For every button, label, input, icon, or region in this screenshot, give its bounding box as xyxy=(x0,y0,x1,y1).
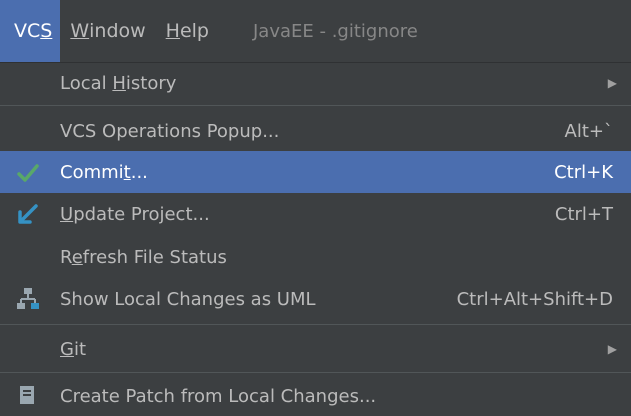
menu-item-label: Show Local Changes as UML xyxy=(60,288,316,310)
menu-item-vcs-operations-popup[interactable]: VCS Operations Popup... Alt+` xyxy=(0,111,631,151)
menu-help-mnemonic: H xyxy=(165,20,180,42)
label-part: istory xyxy=(125,72,177,94)
menu-item-label: Create Patch from Local Changes... xyxy=(60,385,377,407)
menu-item-show-local-changes-uml[interactable]: Show Local Changes as UML Ctrl+Alt+Shift… xyxy=(0,279,631,319)
label-mnemonic: G xyxy=(60,338,74,360)
menu-help[interactable]: Help xyxy=(156,0,219,62)
label-part: pdate Project... xyxy=(73,203,210,225)
uml-diagram-icon xyxy=(17,288,39,309)
vcs-dropdown-menu: Local History ▶ VCS Operations Popup... … xyxy=(0,62,631,407)
label-mnemonic: U xyxy=(60,203,74,225)
label-mnemonic: t xyxy=(123,161,131,183)
menu-item-refresh-file-status[interactable]: Refresh File Status xyxy=(0,237,631,277)
menu-separator xyxy=(0,105,631,106)
menu-item-shortcut: Alt+` xyxy=(564,120,613,142)
submenu-arrow-icon: ▶ xyxy=(607,342,617,356)
window-title: JavaEE - .gitignore xyxy=(253,20,418,42)
menu-window-mnemonic: W xyxy=(70,20,90,42)
update-arrow-icon xyxy=(18,204,38,224)
menu-vcs[interactable]: VC S xyxy=(0,0,61,62)
menu-item-commit[interactable]: Commit... Ctrl+K xyxy=(0,151,631,193)
menu-item-create-patch[interactable]: Create Patch from Local Changes... xyxy=(0,376,631,416)
menu-window[interactable]: Window xyxy=(60,0,155,62)
label-mnemonic: H xyxy=(112,72,126,94)
menu-item-git[interactable]: Git ▶ xyxy=(0,329,631,369)
menu-help-label: elp xyxy=(179,20,209,42)
label-part: ... xyxy=(130,161,148,183)
commit-check-icon xyxy=(17,164,39,182)
label-part: Commi xyxy=(60,161,124,183)
label-part: fresh File Status xyxy=(82,246,227,268)
menu-vcs-label-pre: VC xyxy=(14,20,41,42)
menu-separator xyxy=(0,372,631,373)
patch-icon xyxy=(20,386,34,404)
menu-item-shortcut: Ctrl+Alt+Shift+D xyxy=(456,288,613,310)
menu-item-label: Commit... xyxy=(60,162,148,183)
label-part: it xyxy=(73,338,87,360)
menu-item-label: Git xyxy=(60,339,86,360)
label-mnemonic: e xyxy=(71,246,83,268)
menu-item-label: Refresh File Status xyxy=(60,247,227,268)
label-part: Local xyxy=(60,72,113,94)
menu-item-label: Update Project... xyxy=(60,204,210,225)
menu-vcs-mnemonic: S xyxy=(40,20,53,42)
label-part: R xyxy=(60,246,72,268)
menu-item-label: VCS Operations Popup... xyxy=(60,120,280,142)
menu-separator xyxy=(0,324,631,325)
menu-bar: VC S Window Help JavaEE - .gitignore xyxy=(0,0,631,62)
menu-item-local-history[interactable]: Local History ▶ xyxy=(0,63,631,103)
menu-item-shortcut: Ctrl+K xyxy=(554,161,613,183)
menu-item-label: Local History xyxy=(60,73,176,94)
menu-item-update-project[interactable]: Update Project... Ctrl+T xyxy=(0,194,631,234)
menu-item-shortcut: Ctrl+T xyxy=(554,203,613,225)
submenu-arrow-icon: ▶ xyxy=(607,76,617,90)
menu-window-label: indow xyxy=(89,20,146,42)
